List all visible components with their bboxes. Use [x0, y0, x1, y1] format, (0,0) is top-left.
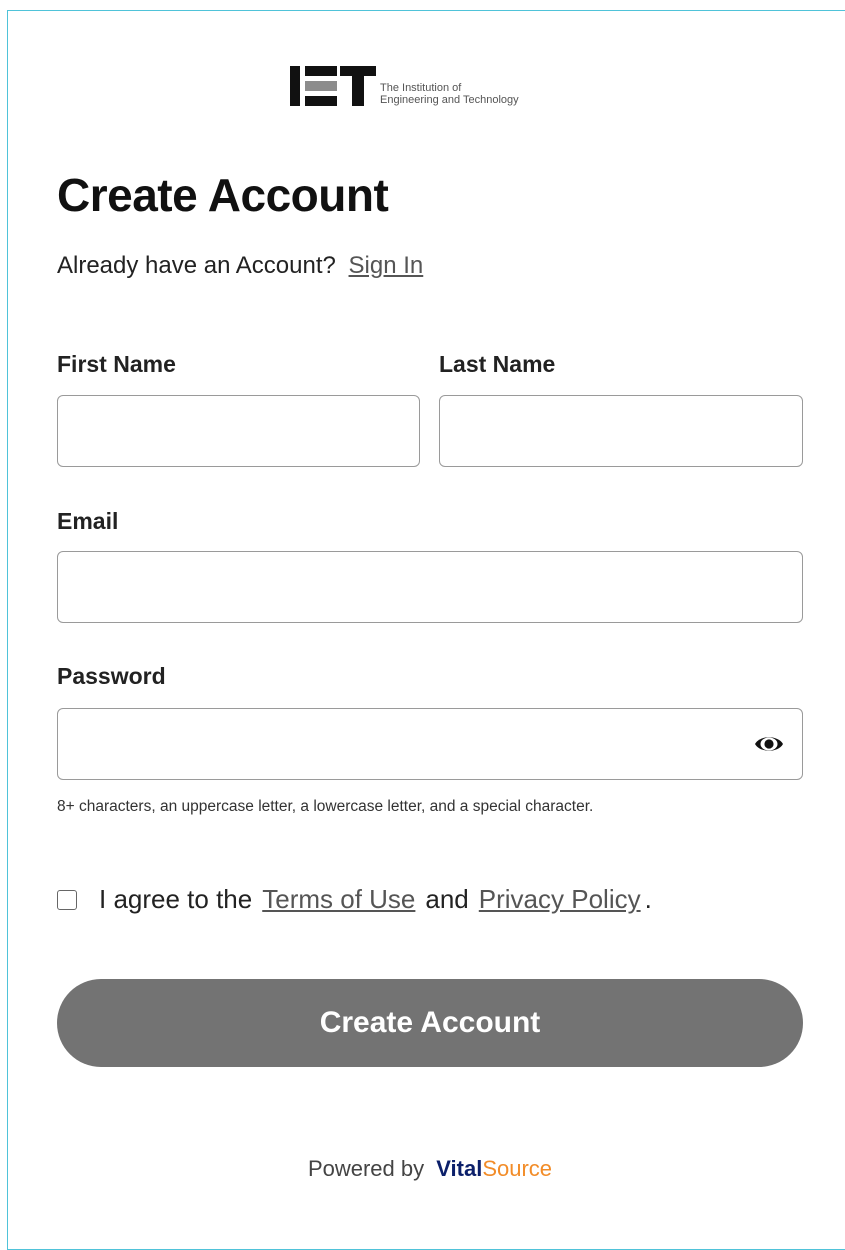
create-account-button[interactable]: Create Account: [57, 979, 803, 1067]
terms-of-use-link[interactable]: Terms of Use: [262, 884, 415, 915]
email-field-box: [57, 551, 803, 623]
logo-line-2: Engineering and Technology: [380, 94, 519, 106]
last-name-label: Last Name: [439, 351, 556, 377]
agree-suffix: .: [644, 884, 652, 914]
logo-line-1: The Institution of: [380, 82, 462, 94]
privacy-policy-link[interactable]: Privacy Policy: [479, 884, 641, 915]
signin-prompt: Already have an Account?: [57, 252, 336, 279]
page-title: Create Account: [57, 169, 389, 221]
vitalsource-logo: VitalSource: [436, 1156, 552, 1181]
brand-vital: Vital: [436, 1156, 483, 1181]
password-label: Password: [57, 663, 166, 689]
logo-letter-t: [340, 66, 376, 106]
last-name-field-box: [439, 395, 803, 467]
eye-icon[interactable]: [754, 731, 784, 757]
email-input[interactable]: [58, 552, 802, 622]
first-name-input[interactable]: [58, 396, 419, 466]
last-name-input[interactable]: [440, 396, 802, 466]
iet-logo: The Institution of Engineering and Techn…: [290, 66, 519, 110]
logo-text: The Institution of Engineering and Techn…: [380, 82, 519, 106]
agree-row: I agree to the Terms of Use and Privacy …: [57, 884, 652, 915]
brand-source: Source: [482, 1156, 553, 1181]
password-input[interactable]: [58, 709, 802, 779]
agree-checkbox[interactable]: [57, 889, 77, 910]
powered-by-footer: Powered by VitalSource: [0, 1156, 845, 1182]
logo-letter-e: [305, 66, 337, 106]
first-name-label: First Name: [57, 351, 176, 377]
signin-row: Already have an Account? Sign In: [57, 252, 423, 280]
agree-and: and: [425, 884, 469, 914]
logo-letter-i: [290, 66, 300, 106]
agree-prefix: I agree to the: [99, 884, 253, 914]
powered-by-text: Powered by: [307, 1156, 425, 1181]
password-hint: 8+ characters, an uppercase letter, a lo…: [57, 798, 594, 815]
first-name-field-box: [57, 395, 420, 467]
signin-link[interactable]: Sign In: [349, 252, 424, 279]
password-field-box: [57, 708, 803, 780]
email-label: Email: [57, 508, 119, 534]
